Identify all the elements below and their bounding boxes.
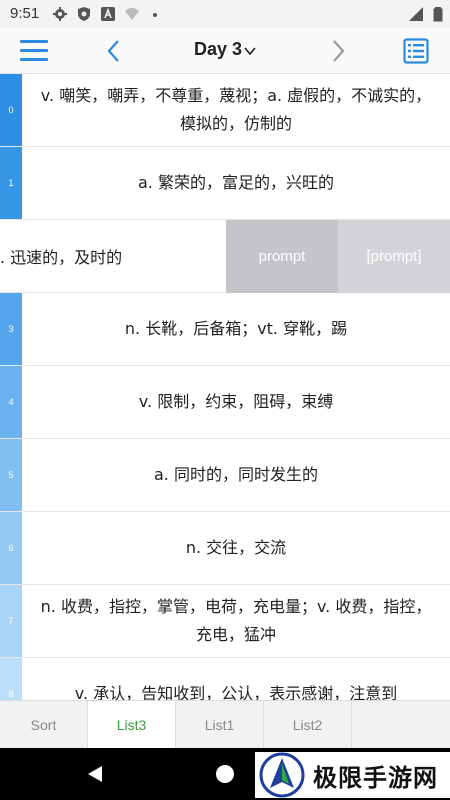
tab-list3[interactable]: List3 — [88, 701, 176, 749]
row-index-8: 8 — [0, 658, 22, 700]
row-index-1: 1 — [0, 147, 22, 219]
chevron-down-icon — [244, 46, 256, 55]
home-circle-icon[interactable] — [216, 765, 234, 783]
row-index-3: 3 — [0, 293, 22, 365]
menu-icon[interactable] — [20, 40, 48, 62]
row-definition: n. 交往，交流 — [185, 538, 287, 557]
status-bar: 9:51 — [0, 0, 450, 28]
row-definition: . 迅速的，及时的 — [0, 248, 123, 267]
row-definition: n. 长靴，后备箱；vt. 穿靴，踢 — [124, 319, 348, 338]
row-definition: a. 繁荣的，富足的，兴旺的 — [138, 173, 334, 192]
wifi-icon — [125, 8, 139, 20]
list-icon[interactable] — [403, 38, 429, 64]
row-index-0: 0 — [0, 74, 22, 146]
list-item[interactable]: 6 n. 交往，交流 — [0, 512, 450, 585]
bottom-tabs: Sort List3 List1 List2 — [0, 700, 450, 749]
a-icon — [101, 7, 115, 21]
list-item[interactable]: 3 n. 长靴，后备箱；vt. 穿靴，踢 — [0, 293, 450, 366]
settings-icon — [53, 7, 67, 21]
back-triangle-icon[interactable] — [86, 765, 104, 783]
battery-icon — [433, 7, 443, 22]
day-selector[interactable]: Day 3 — [175, 39, 275, 63]
list-item[interactable]: 1 a. 繁荣的，富足的，兴旺的 — [0, 147, 450, 220]
watermark-logo-icon — [259, 752, 305, 798]
row-index-4: 4 — [0, 366, 22, 438]
notification-dot — [153, 13, 157, 17]
chevron-left-icon[interactable] — [104, 38, 124, 64]
chevron-right-icon[interactable] — [328, 38, 348, 64]
prompt-bracket-button[interactable]: [prompt] — [338, 220, 450, 293]
signal-icon — [409, 7, 423, 21]
row-definition: n. 收费，指控，掌管，电荷，充电量；v. 收费，指控，充电，猛冲 — [40, 597, 432, 644]
watermark-text: 极限手游网 — [313, 763, 438, 792]
row-index-5: 5 — [0, 439, 22, 511]
list-item[interactable]: 7 n. 收费，指控，掌管，电荷，充电量；v. 收费，指控，充电，猛冲 — [0, 585, 450, 658]
app-bar: Day 3 — [0, 28, 450, 74]
prompt-button[interactable]: prompt — [226, 220, 338, 293]
list-item[interactable]: 0 v. 嘲笑，嘲弄，不尊重，蔑视；a. 虚假的，不诚实的，模拟的，仿制的 — [0, 74, 450, 147]
shield-icon — [78, 7, 90, 21]
page-title: Day 3 — [193, 39, 243, 59]
word-list: 0 v. 嘲笑，嘲弄，不尊重，蔑视；a. 虚假的，不诚实的，模拟的，仿制的 1 … — [0, 74, 450, 700]
row-definition: v. 嘲笑，嘲弄，不尊重，蔑视；a. 虚假的，不诚实的，模拟的，仿制的 — [40, 86, 432, 133]
row-definition: v. 承认，告知收到，公认，表示感谢，注意到 — [74, 684, 398, 700]
list-item[interactable]: 4 v. 限制，约束，阻碍，束缚 — [0, 366, 450, 439]
tab-list2[interactable]: List2 — [264, 701, 352, 749]
watermark: 极限手游网 — [255, 752, 450, 798]
row-index-6: 6 — [0, 512, 22, 584]
row-definition: v. 限制，约束，阻碍，束缚 — [138, 392, 334, 411]
row-definition: a. 同时的，同时发生的 — [154, 465, 318, 484]
tab-sort[interactable]: Sort — [0, 701, 88, 749]
list-item[interactable]: 8 v. 承认，告知收到，公认，表示感谢，注意到 — [0, 658, 450, 700]
list-item[interactable]: 5 a. 同时的，同时发生的 — [0, 439, 450, 512]
status-time: 9:51 — [10, 5, 40, 22]
list-item-swiped[interactable]: . 迅速的，及时的 prompt [prompt] — [0, 220, 450, 293]
row-index-7: 7 — [0, 585, 22, 657]
tab-list1[interactable]: List1 — [176, 701, 264, 749]
